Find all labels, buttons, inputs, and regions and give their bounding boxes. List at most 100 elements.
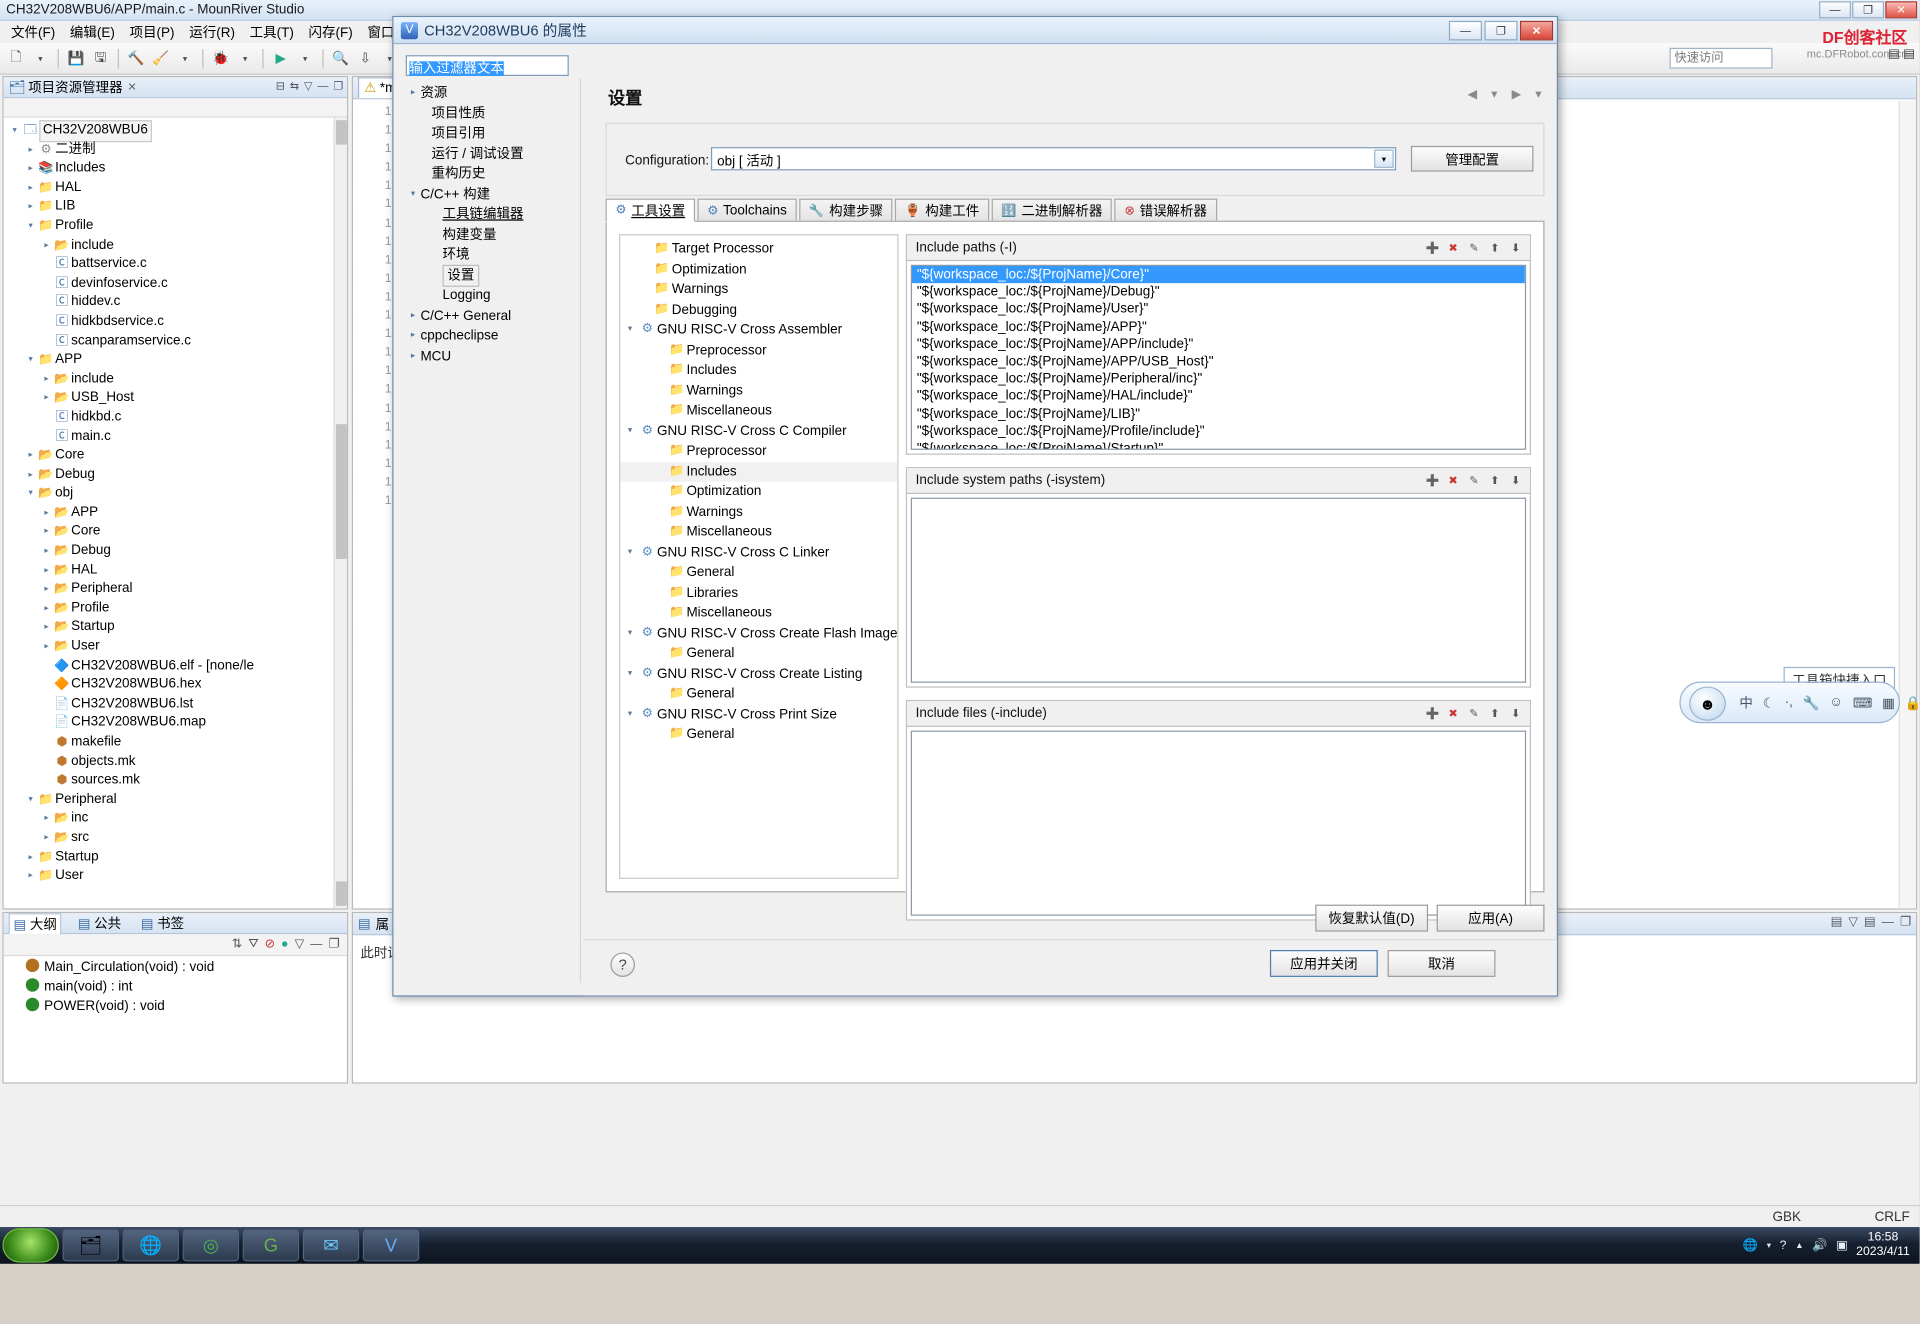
tool-settings-tree[interactable]: 📁 Target Processor 📁 Optimization 📁 Warnings 📁… <box>619 234 899 879</box>
outline-tabs[interactable]: ▤ 大纲 ▤ 公共 ▤ 书签 <box>3 912 347 935</box>
tool-settings-row[interactable]: ▾ ⚙ GNU RISC-V Cross C Compiler <box>620 421 897 441</box>
settings-tab[interactable]: 🏺 构建工件 <box>895 198 990 222</box>
add-icon[interactable]: ➕ <box>1423 705 1441 723</box>
settings-tab[interactable]: 🔢 二进制解析器 <box>991 198 1113 222</box>
chevron-down-icon[interactable]: ▾ <box>25 790 37 809</box>
page-nav-buttons[interactable]: ◀ ▾ ▶ ▾ <box>1464 86 1547 103</box>
ime-button-1[interactable]: ☾ <box>1763 694 1775 711</box>
dialog-tree-row[interactable]: ▸ MCU <box>403 346 575 366</box>
tool-settings-row[interactable]: 📁 Libraries <box>620 583 897 603</box>
chevron-down-icon[interactable]: ▾ <box>623 320 638 340</box>
chevron-right-icon[interactable]: ▸ <box>25 140 37 159</box>
project-tree-row[interactable]: ▾ 📂 obj <box>4 485 334 504</box>
project-tree-row[interactable]: ▸ ⚙ 二进制 <box>4 140 334 159</box>
project-explorer-tab[interactable]: 🗂 项目资源管理器 ✕ ⊟ ⇆ ▽ — ❐ <box>3 77 347 99</box>
tray-volume-icon[interactable]: 🔊 <box>1812 1239 1827 1252</box>
chevron-down-icon[interactable]: ▾ <box>623 664 638 684</box>
chevron-down-icon[interactable]: ▾ <box>25 485 37 504</box>
search-icon[interactable]: 🔍 <box>330 47 352 69</box>
sort-icon[interactable]: ⇅ <box>232 938 242 951</box>
tool-settings-row[interactable]: 📁 General <box>620 644 897 664</box>
chevron-down-icon[interactable]: ▾ <box>294 47 316 69</box>
project-tree-row[interactable]: ▾ 📁 APP <box>4 351 334 370</box>
chevron-down-icon[interactable]: ▾ <box>623 542 638 562</box>
edit-icon[interactable]: ✎ <box>1465 472 1483 490</box>
chevron-down-icon[interactable]: ▾ <box>623 623 638 643</box>
option-list-item[interactable]: "${workspace_loc:/${ProjName}/User}" <box>912 301 1525 318</box>
chevron-right-icon[interactable]: ▸ <box>25 179 37 198</box>
dialog-tree-row[interactable]: 重构历史 <box>403 164 575 184</box>
ime-button-2[interactable]: ·, <box>1785 695 1793 710</box>
build-icon[interactable]: 🔨 <box>125 47 147 69</box>
project-tree-row[interactable]: ⬢ sources.mk <box>4 771 334 790</box>
dialog-tree-row[interactable]: 工具链编辑器 <box>403 205 575 225</box>
tool-settings-row[interactable]: 📁 Target Processor <box>620 239 897 259</box>
taskbar-app3-button[interactable]: ✉ <box>302 1229 360 1262</box>
project-tree-row[interactable]: ⬢ makefile <box>4 733 334 752</box>
tool-settings-row[interactable]: 📁 Preprocessor <box>620 340 897 360</box>
dialog-tree-row[interactable]: 环境 <box>403 245 575 265</box>
dialog-tree-row[interactable]: Logging <box>403 286 575 306</box>
editor-overview-ruler[interactable] <box>1898 100 1916 909</box>
chevron-right-icon[interactable]: ▸ <box>406 346 421 366</box>
edit-icon[interactable]: ✎ <box>1465 239 1483 257</box>
ime-logo-icon[interactable]: ☻ <box>1689 686 1726 721</box>
restore-defaults-button[interactable]: 恢复默认值(D) <box>1314 904 1429 932</box>
project-tree-row[interactable]: 🄲battservice.c <box>4 255 334 274</box>
project-tree-row[interactable]: ⬢ objects.mk <box>4 752 334 771</box>
tool-settings-row[interactable]: 📁 Debugging <box>620 300 897 320</box>
minimize-view-icon[interactable]: — <box>310 938 322 951</box>
tray-network-icon[interactable]: 🌐 <box>1743 1239 1758 1252</box>
outline-tab[interactable]: ▤ 大纲 <box>8 912 62 934</box>
option-list-item[interactable]: "${workspace_loc:/${ProjName}/APP/USB_Ho… <box>912 353 1525 370</box>
menu-item-2[interactable]: 项目(P) <box>122 20 182 45</box>
move-up-icon[interactable]: ⬆ <box>1486 705 1504 723</box>
chevron-down-icon[interactable]: ▾ <box>234 47 256 69</box>
chevron-right-icon[interactable]: ▸ <box>40 829 52 848</box>
tool-settings-row[interactable]: 📁 Warnings <box>620 502 897 522</box>
save-all-icon[interactable]: 🖫 <box>89 47 111 69</box>
tool-settings-row[interactable]: 📁 Includes <box>620 461 898 482</box>
apply-button[interactable]: 应用(A) <box>1436 904 1545 932</box>
project-tree-row[interactable]: ▸ 📂 Debug <box>4 465 334 484</box>
move-up-icon[interactable]: ⬆ <box>1486 239 1504 257</box>
dialog-tree-row[interactable]: 运行 / 调试设置 <box>403 144 575 164</box>
project-tree-row[interactable]: 🄲scanparamservice.c <box>4 332 334 351</box>
chevron-right-icon[interactable]: ▸ <box>406 326 421 346</box>
view-menu-icon[interactable]: ▽ <box>295 938 304 951</box>
tray-help-icon[interactable]: ? <box>1780 1239 1787 1252</box>
chevron-right-icon[interactable]: ▸ <box>40 236 52 255</box>
ide-maximize-button[interactable]: ❐ <box>1852 1 1885 19</box>
outline-item[interactable]: POWER(void) : void <box>4 997 347 1017</box>
dialog-tree-row[interactable]: 构建变量 <box>403 225 575 245</box>
dialog-tree-row[interactable]: ▸ C/C++ General <box>403 306 575 326</box>
page-nav-icon-3[interactable]: ▾ <box>1530 86 1547 103</box>
filter-input[interactable]: 输入过滤器文本 <box>405 55 569 76</box>
project-tree-scrollbar[interactable] <box>333 117 347 909</box>
help-button[interactable]: ? <box>610 952 635 977</box>
page-nav-icon-0[interactable]: ◀ <box>1464 86 1481 103</box>
chevron-right-icon[interactable]: ▸ <box>40 561 52 580</box>
ime-button-0[interactable]: 中 <box>1739 693 1752 713</box>
download-icon[interactable]: ⇩ <box>354 47 376 69</box>
project-tree-row[interactable]: ▸ 📂 include <box>4 236 334 255</box>
tool-settings-row[interactable]: 📁 Optimization <box>620 259 897 279</box>
clean-icon[interactable]: 🧹 <box>150 47 172 69</box>
tool-settings-row[interactable]: ▾ ⚙ GNU RISC-V Cross Assembler <box>620 320 897 340</box>
chevron-down-icon[interactable]: ▾ <box>9 121 21 140</box>
tray-up-icon[interactable]: ▲ <box>1795 1241 1804 1250</box>
outline-item[interactable]: main(void) : int <box>4 977 347 997</box>
taskbar-clock[interactable]: 16:58 2023/4/11 <box>1856 1231 1910 1260</box>
move-down-icon[interactable]: ⬇ <box>1507 239 1525 257</box>
project-tree-row[interactable]: ▸ 📁 Startup <box>4 848 334 867</box>
project-tree-row[interactable]: ▾ 📁 Peripheral <box>4 790 334 809</box>
hide-fields-icon[interactable]: ⊘ <box>265 938 275 951</box>
project-tree-row[interactable]: ▸ 📂 Debug <box>4 542 334 561</box>
chevron-right-icon[interactable]: ▸ <box>40 599 52 618</box>
dialog-tree-row[interactable]: ▸ cppcheclipse <box>403 326 575 346</box>
option-list[interactable]: "${workspace_loc:/${ProjName}/Core}" "${w… <box>910 264 1527 450</box>
project-tree-row[interactable]: ▸ 📂 Profile <box>4 599 334 618</box>
outline-tab[interactable]: ▤ 公共 <box>74 913 125 933</box>
hide-static-icon[interactable]: ● <box>281 938 288 951</box>
tool-settings-row[interactable]: 📁 Optimization <box>620 482 897 502</box>
